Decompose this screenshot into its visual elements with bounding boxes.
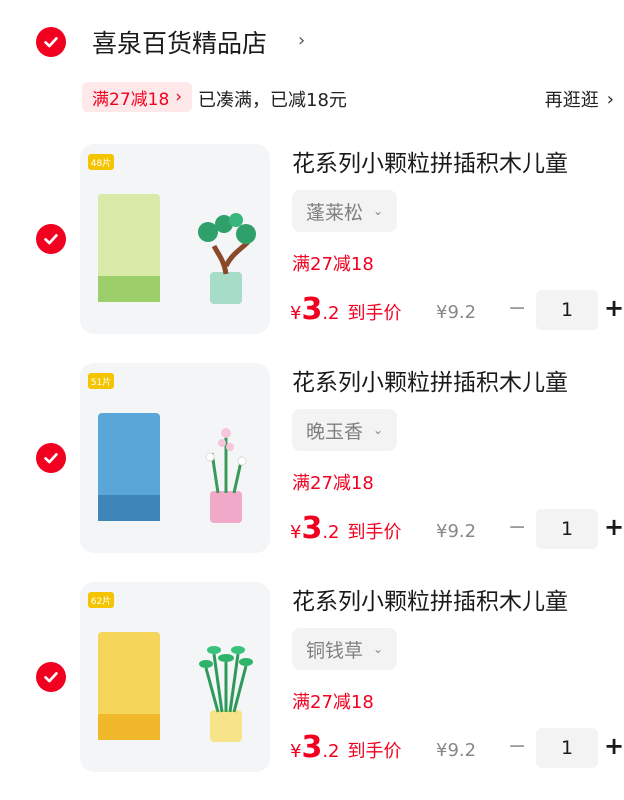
price-integer: 3 xyxy=(301,292,323,327)
cart-item: 48片 花系列小颗粒拼插积木儿童 蓬莱松 ⌄ 满27减18 ¥ 3 .2 到手价… xyxy=(0,144,624,344)
product-box-illustration xyxy=(98,413,160,521)
promo-status: 已凑满，已减18元 xyxy=(198,90,347,111)
browse-more-link[interactable]: 再逛逛 › xyxy=(545,86,614,112)
browse-label: 再逛逛 xyxy=(544,90,599,111)
price-integer: 3 xyxy=(301,511,323,546)
price-decimal: .2 xyxy=(322,303,340,324)
increase-quantity-button[interactable]: + xyxy=(604,513,624,541)
promo-tag[interactable]: 满27减18 › xyxy=(82,82,193,112)
chevron-right-icon: › xyxy=(175,87,183,107)
price-suffix: 到手价 xyxy=(347,741,402,762)
increase-quantity-button[interactable]: + xyxy=(604,732,624,760)
product-image[interactable]: 48片 xyxy=(80,144,270,334)
chevron-down-icon: ⌄ xyxy=(373,204,384,218)
variant-label: 铜钱草 xyxy=(306,639,364,662)
piece-count-badge: 51片 xyxy=(88,373,114,389)
price-integer: 3 xyxy=(301,730,323,765)
price-suffix: 到手价 xyxy=(347,522,402,543)
decrease-quantity-button[interactable]: − xyxy=(508,734,526,759)
original-price: ¥9.2 xyxy=(436,302,477,323)
store-select-checkbox[interactable] xyxy=(36,27,66,57)
product-title[interactable]: 花系列小颗粒拼插积木儿童 xyxy=(292,363,568,397)
variant-selector[interactable]: 蓬莱松 ⌄ xyxy=(292,190,398,232)
quantity-input[interactable]: 1 xyxy=(536,290,598,330)
price-row: ¥ 3 .2 到手价 ¥9.2 − 1 + xyxy=(290,288,624,332)
chevron-right-icon[interactable]: › xyxy=(298,30,305,51)
original-price: ¥9.2 xyxy=(436,521,477,542)
cart-item: 51片 花系列小颗粒拼插积木儿童 晚玉香 ⌄ 满27减18 ¥ 3 .2 到手价… xyxy=(0,363,624,563)
quantity-input[interactable]: 1 xyxy=(536,728,598,768)
chevron-right-icon: › xyxy=(606,88,614,110)
checkmark-icon xyxy=(44,234,58,245)
store-name[interactable]: 喜泉百货精品店 xyxy=(92,24,267,60)
price-decimal: .2 xyxy=(322,741,340,762)
discount-label: 满27减18 xyxy=(292,254,374,275)
original-price: ¥9.2 xyxy=(436,740,477,761)
price-row: ¥ 3 .2 到手价 ¥9.2 − 1 + xyxy=(290,507,624,551)
price-currency: ¥ xyxy=(290,741,302,762)
store-header[interactable]: 喜泉百货精品店 › xyxy=(0,18,624,64)
price-currency: ¥ xyxy=(290,303,302,324)
price-decimal: .2 xyxy=(322,522,340,543)
product-image[interactable]: 51片 xyxy=(80,363,270,553)
cart-item: 62片 花系列小颗粒拼插积木儿童 铜钱草 ⌄ 满27减18 ¥ 3 .2 到手价… xyxy=(0,582,624,782)
checkmark-icon xyxy=(44,37,58,48)
item-select-checkbox[interactable] xyxy=(36,662,66,692)
product-title[interactable]: 花系列小颗粒拼插积木儿童 xyxy=(292,144,568,178)
product-title[interactable]: 花系列小颗粒拼插积木儿童 xyxy=(292,582,568,616)
variant-label: 蓬莱松 xyxy=(306,201,364,224)
decrease-quantity-button[interactable]: − xyxy=(508,296,526,321)
decrease-quantity-button[interactable]: − xyxy=(508,515,526,540)
increase-quantity-button[interactable]: + xyxy=(604,294,624,322)
variant-selector[interactable]: 铜钱草 ⌄ xyxy=(292,628,398,670)
final-price: ¥ 3 .2 到手价 xyxy=(290,292,402,327)
product-box-illustration xyxy=(98,632,160,740)
promo-row: 满27减18 › 已凑满，已减18元 再逛逛 › xyxy=(0,80,624,116)
price-currency: ¥ xyxy=(290,522,302,543)
discount-label: 满27减18 xyxy=(292,692,374,713)
bonsai-plant-illustration xyxy=(198,213,256,304)
product-box-illustration xyxy=(98,194,160,302)
item-select-checkbox[interactable] xyxy=(36,443,66,473)
variant-selector[interactable]: 晚玉香 ⌄ xyxy=(292,409,398,451)
promo-tag-label: 满27减18 xyxy=(92,89,170,110)
chevron-down-icon: ⌄ xyxy=(373,423,384,437)
price-suffix: 到手价 xyxy=(347,303,402,324)
item-select-checkbox[interactable] xyxy=(36,224,66,254)
piece-count-badge: 62片 xyxy=(88,592,114,608)
checkmark-icon xyxy=(44,453,58,464)
product-image[interactable]: 62片 xyxy=(80,582,270,772)
final-price: ¥ 3 .2 到手价 xyxy=(290,511,402,546)
pennywort-plant-illustration xyxy=(199,646,253,742)
quantity-input[interactable]: 1 xyxy=(536,509,598,549)
discount-label: 满27减18 xyxy=(292,473,374,494)
checkmark-icon xyxy=(44,672,58,683)
chevron-down-icon: ⌄ xyxy=(373,642,384,656)
tuberose-plant-illustration xyxy=(205,428,247,523)
piece-count-badge: 48片 xyxy=(88,154,114,170)
variant-label: 晚玉香 xyxy=(306,420,364,443)
final-price: ¥ 3 .2 到手价 xyxy=(290,730,402,765)
price-row: ¥ 3 .2 到手价 ¥9.2 − 1 + xyxy=(290,726,624,770)
